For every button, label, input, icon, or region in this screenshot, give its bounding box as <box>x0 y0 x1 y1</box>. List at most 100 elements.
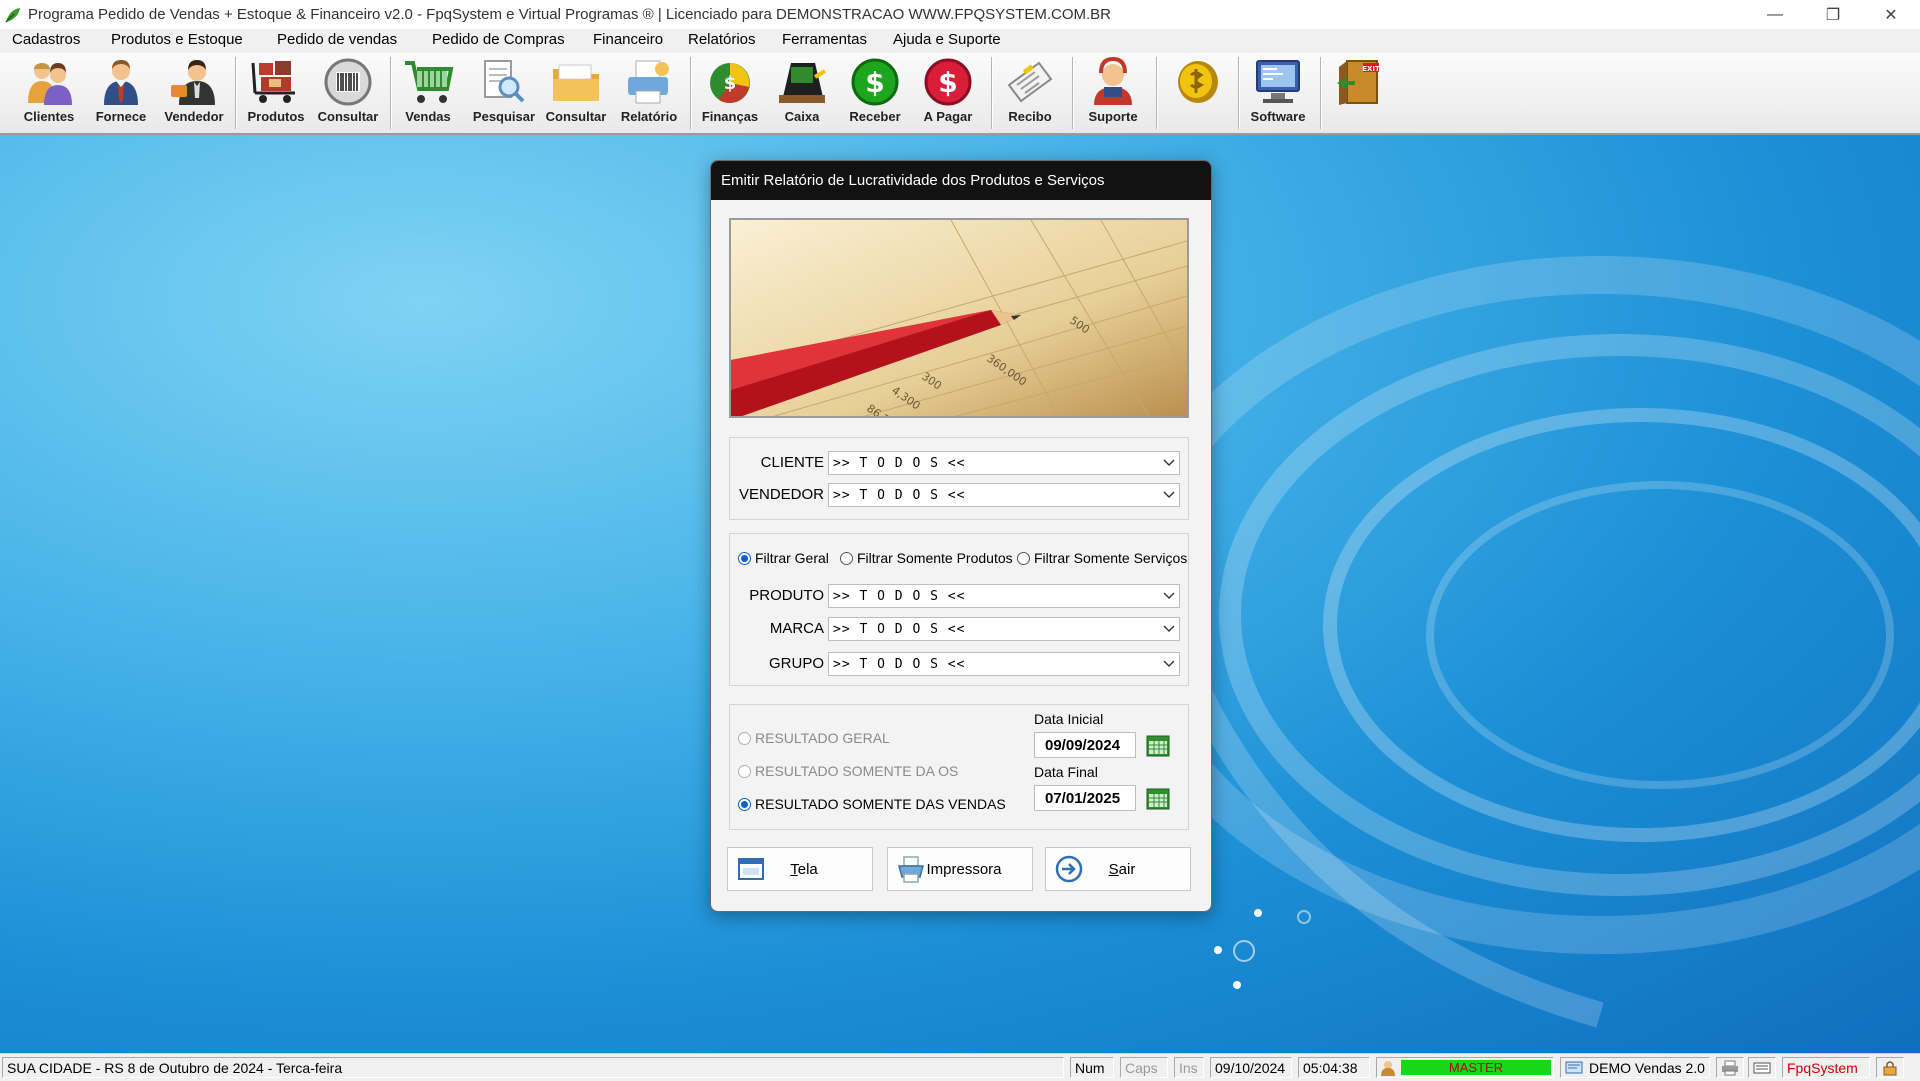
cliente-select[interactable]: >> T O D O S << <box>828 451 1180 475</box>
status-keyboard-panel[interactable] <box>1748 1057 1776 1078</box>
data-inicial-input[interactable]: 09/09/2024 <box>1034 732 1136 758</box>
tela-button[interactable]: Tela <box>727 847 873 891</box>
resultado-os-radio[interactable]: RESULTADO SOMENTE DA OS <box>738 763 958 779</box>
toolbar-label: Vendas <box>405 109 451 124</box>
dialog-title: Emitir Relatório de Lucratividade dos Pr… <box>711 161 1211 200</box>
impressora-label: Impressora <box>926 860 1002 878</box>
cliente-label: CLIENTE <box>760 454 824 471</box>
user-icon <box>1381 1060 1395 1076</box>
resultado-vendas-radio[interactable]: RESULTADO SOMENTE DAS VENDAS <box>738 796 1006 812</box>
status-printer-panel[interactable] <box>1716 1057 1744 1078</box>
toolbar-separator <box>1072 57 1073 129</box>
status-user: MASTER <box>1401 1060 1551 1075</box>
shopping-cart-icon <box>405 61 454 103</box>
toolbar-relatorio-button[interactable]: Relatório <box>614 57 684 131</box>
profitability-report-dialog: Emitir Relatório de Lucratividade dos Pr… <box>710 160 1212 912</box>
filter-geral-radio[interactable]: Filtrar Geral <box>738 550 829 566</box>
toolbar-label: Relatório <box>620 109 678 124</box>
grupo-value: >> T O D O S << <box>833 656 966 672</box>
filter-servicos-radio[interactable]: Filtrar Somente Serviços <box>1017 550 1187 566</box>
menu-produtos-estoque[interactable]: Produtos e Estoque <box>111 31 243 48</box>
radio-unselected-icon <box>1017 551 1030 565</box>
vendedor-select[interactable]: >> T O D O S << <box>828 483 1180 507</box>
toolbar-pesquisar-button[interactable]: Pesquisar <box>469 57 539 131</box>
toolbar-consultar2-button[interactable]: Consultar <box>541 57 611 131</box>
menu-ajuda-suporte[interactable]: Ajuda e Suporte <box>893 31 1001 48</box>
impressora-button[interactable]: Impressora <box>887 847 1033 891</box>
supplier-icon <box>104 60 138 105</box>
status-bar: SUA CIDADE - RS 8 de Outubro de 2024 - T… <box>0 1053 1920 1081</box>
resultado-vendas-label: RESULTADO SOMENTE DAS VENDAS <box>755 796 1006 812</box>
status-date: 09/10/2024 <box>1210 1057 1292 1078</box>
close-button[interactable]: ✕ <box>1862 0 1920 29</box>
filter-produtos-radio[interactable]: Filtrar Somente Produtos <box>840 550 1013 566</box>
radio-disabled-icon <box>738 731 751 745</box>
toolbar-apagar-button[interactable]: $ A Pagar <box>913 57 983 131</box>
cash-register-icon <box>779 63 827 103</box>
sair-label: air <box>1118 860 1136 878</box>
clients-icon <box>28 63 72 105</box>
chevron-down-icon[interactable] <box>1159 459 1179 467</box>
toolbar-vendas-button[interactable]: Vendas <box>396 57 460 131</box>
radio-selected-icon <box>738 551 751 565</box>
result-date-group: RESULTADO GERAL RESULTADO SOMENTE DA OS … <box>729 704 1189 830</box>
toolbar-separator <box>690 57 691 129</box>
status-lock-panel[interactable] <box>1876 1057 1904 1078</box>
menu-financeiro[interactable]: Financeiro <box>593 31 663 48</box>
window-title: Programa Pedido de Vendas + Estoque & Fi… <box>28 6 1111 23</box>
chevron-down-icon[interactable] <box>1159 625 1179 633</box>
printer-icon <box>898 856 924 883</box>
toolbar-software-button[interactable]: Software <box>1244 57 1312 131</box>
exit-badge-label: EXIT <box>1362 65 1380 73</box>
exit-door-icon: EXIT <box>1337 60 1380 105</box>
menu-pedido-vendas[interactable]: Pedido de vendas <box>277 31 397 48</box>
printer-icon <box>1722 1060 1738 1075</box>
toolbar-recibo-button[interactable]: Recibo <box>997 57 1063 131</box>
toolbar-consultar-button[interactable]: Consultar <box>314 57 382 131</box>
toolbar-label: Recibo <box>1008 109 1052 124</box>
toolbar-financas-button[interactable]: $ Finanças <box>696 57 764 131</box>
produto-label: PRODUTO <box>749 587 824 604</box>
toolbar-coin-button[interactable] <box>1164 57 1232 131</box>
status-num: Num <box>1070 1057 1114 1078</box>
produto-select[interactable]: >> T O D O S << <box>828 584 1180 608</box>
toolbar-label: Vendedor <box>164 109 224 124</box>
menu-ferramentas[interactable]: Ferramentas <box>782 31 867 48</box>
folder-icon <box>553 64 599 101</box>
toolbar-label: Caixa <box>784 109 820 124</box>
toolbar-clientes-button[interactable]: Clientes <box>16 57 82 131</box>
menu-pedido-compras[interactable]: Pedido de Compras <box>432 31 565 48</box>
chevron-down-icon[interactable] <box>1159 592 1179 600</box>
minimize-button[interactable]: — <box>1746 0 1804 29</box>
menu-cadastros[interactable]: Cadastros <box>12 31 80 48</box>
toolbar-label: Finanças <box>701 109 759 124</box>
calendar-icon[interactable] <box>1146 788 1170 810</box>
title-bar: Programa Pedido de Vendas + Estoque & Fi… <box>0 0 1920 29</box>
chevron-down-icon[interactable] <box>1159 491 1179 499</box>
support-agent-icon <box>1094 57 1132 105</box>
chevron-down-icon[interactable] <box>1159 660 1179 668</box>
menu-relatorios[interactable]: Relatórios <box>688 31 756 48</box>
toolbar-suporte-button[interactable]: Suporte <box>1078 57 1148 131</box>
toolbar-separator <box>1238 57 1239 129</box>
grupo-select[interactable]: >> T O D O S << <box>828 652 1180 676</box>
calendar-icon[interactable] <box>1146 735 1170 757</box>
restore-button[interactable]: ❐ <box>1804 0 1862 29</box>
toolbar-fornece-button[interactable]: Fornece <box>88 57 154 131</box>
sair-button[interactable]: Sair <box>1045 847 1191 891</box>
marca-select[interactable]: >> T O D O S << <box>828 617 1180 641</box>
toolbar-exit-button[interactable]: EXIT <box>1326 57 1394 131</box>
keyboard-icon <box>1753 1062 1771 1073</box>
data-final-input[interactable]: 07/01/2025 <box>1034 785 1136 811</box>
toolbar-caixa-button[interactable]: Caixa <box>768 57 836 131</box>
resultado-geral-radio[interactable]: RESULTADO GERAL <box>738 730 890 746</box>
toolbar-receber-button[interactable]: $ Receber <box>840 57 910 131</box>
client-vendor-group: CLIENTE >> T O D O S << VENDEDOR >> T O … <box>729 437 1189 520</box>
toolbar-vendedor-button[interactable]: Vendedor <box>159 57 229 131</box>
report-header-photo: 500 360,000 300 4,300 86,2 <box>729 218 1189 418</box>
filter-servicos-label: Filtrar Somente Serviços <box>1034 550 1188 566</box>
report-printer-icon <box>628 60 669 104</box>
radio-disabled-icon <box>738 764 751 778</box>
salesperson-icon <box>171 60 215 105</box>
toolbar-produtos-button[interactable]: Produtos <box>242 57 310 131</box>
